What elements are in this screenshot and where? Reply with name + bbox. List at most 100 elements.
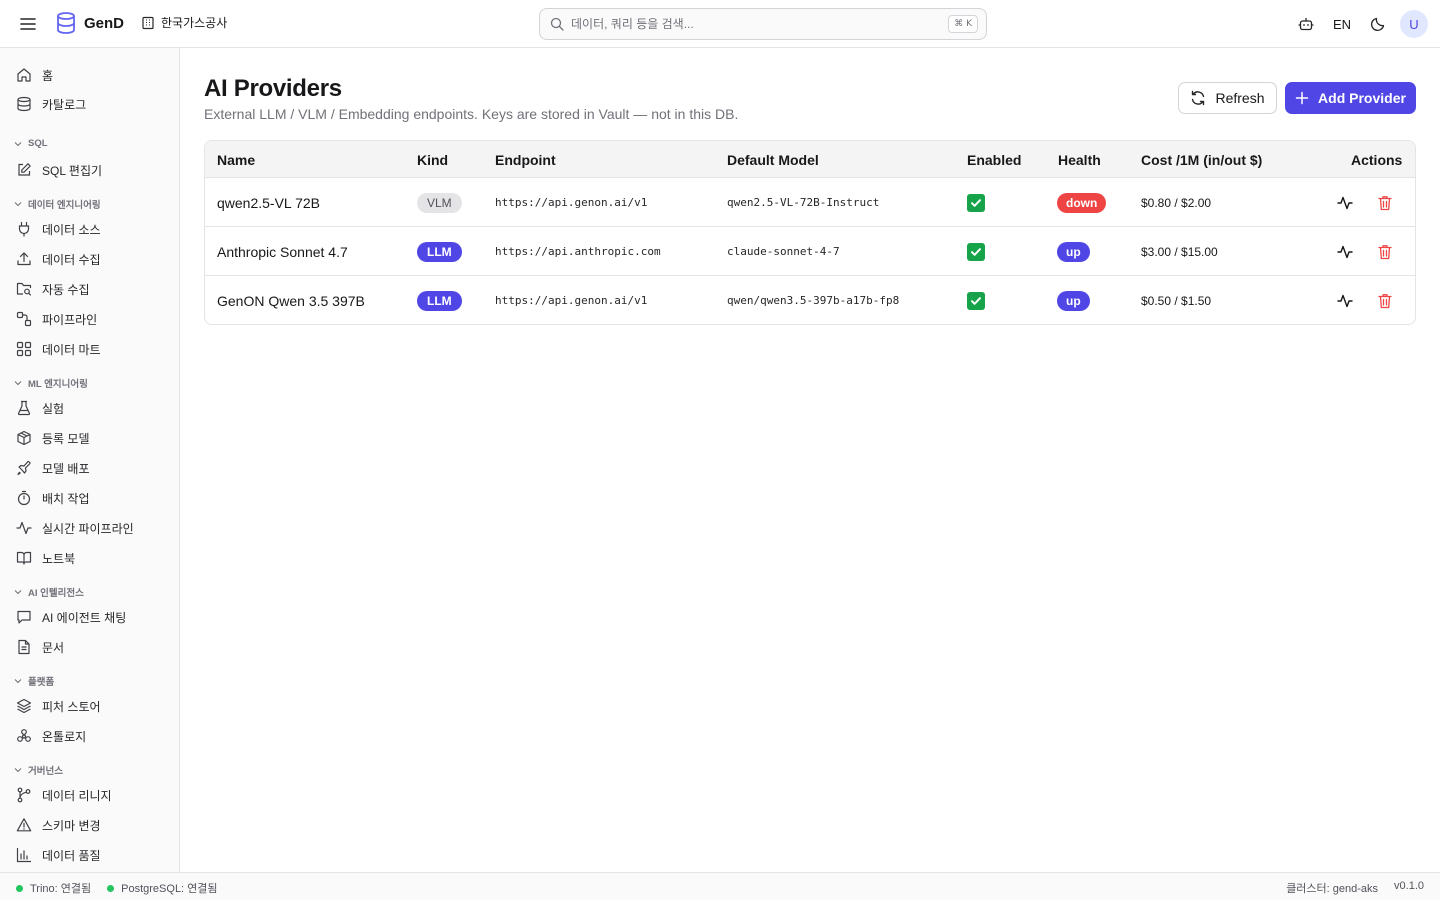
delete-icon[interactable]	[1375, 193, 1395, 213]
sidebar-item-label: 홈	[42, 68, 54, 83]
section-platform[interactable]: 플랫폼	[14, 674, 54, 688]
page-subtitle: External LLM / VLM / Embedding endpoints…	[204, 106, 739, 122]
health-check-icon[interactable]	[1335, 193, 1355, 213]
default-model: claude-sonnet-4-7	[727, 245, 840, 258]
sidebar-item-catalog[interactable]: 카탈로그	[8, 91, 172, 117]
app-version: v0.1.0	[1394, 880, 1424, 892]
sidebar-item-label: SQL 편집기	[42, 163, 103, 178]
activity-icon	[16, 521, 32, 535]
sidebar-item-label: 스키마 변경	[42, 818, 101, 833]
sidebar-item-data-mart[interactable]: 데이터 마트	[8, 336, 172, 362]
sidebar-item-sql-editor[interactable]: SQL 편집기	[8, 157, 172, 183]
sidebar-item-data-source[interactable]: 데이터 소스	[8, 216, 172, 242]
org-selector[interactable]: 한국가스공사	[141, 14, 227, 31]
edit-icon	[18, 163, 31, 176]
add-provider-button[interactable]: Add Provider	[1285, 82, 1416, 114]
rocket-icon	[17, 460, 31, 476]
delete-icon[interactable]	[1375, 242, 1395, 262]
sidebar-item-batch-jobs[interactable]: 배치 작업	[8, 485, 172, 511]
section-sql[interactable]: SQL	[14, 138, 48, 149]
language-toggle[interactable]: EN	[1324, 10, 1360, 38]
refresh-label: Refresh	[1215, 90, 1265, 106]
sidebar-item-label: 데이터 소스	[42, 222, 101, 237]
sidebar-item-data-lineage[interactable]: 데이터 리니지	[8, 782, 172, 808]
cost: $0.50 / $1.50	[1141, 293, 1212, 308]
section-data-engineering[interactable]: 데이터 엔지니어링	[14, 197, 101, 211]
sidebar-item-notebook[interactable]: 노트북	[8, 545, 172, 571]
section-ml-engineering[interactable]: ML 엔지니어링	[14, 376, 88, 390]
column-header-actions: Actions	[1351, 152, 1403, 168]
sidebar-item-model-deploy[interactable]: 모델 배포	[8, 455, 172, 481]
sidebar-item-auto-ingest[interactable]: 자동 수집	[8, 276, 172, 302]
health-badge: down	[1057, 192, 1107, 213]
search-input[interactable]	[571, 17, 931, 31]
sidebar-item-ai-agent-chat[interactable]: AI 에이전트 채팅	[8, 604, 172, 630]
chevron-down-icon	[14, 679, 22, 684]
folder-search-icon	[16, 282, 32, 296]
sidebar-item-registered-models[interactable]: 등록 모델	[8, 425, 172, 451]
sidebar-item-label: 배치 작업	[42, 491, 90, 506]
bar-chart-icon	[16, 847, 32, 863]
refresh-button[interactable]: Refresh	[1178, 82, 1277, 114]
endpoint: https://api.anthropic.com	[495, 245, 661, 258]
sidebar-item-pipeline[interactable]: 파이프라인	[8, 306, 172, 332]
chevron-down-icon	[14, 381, 22, 386]
sidebar-item-experiments[interactable]: 실험	[8, 395, 172, 421]
section-title: 플랫폼	[28, 677, 55, 688]
sidebar-item-data-quality[interactable]: 데이터 품질	[8, 842, 172, 868]
bot-button[interactable]	[1288, 10, 1324, 38]
providers-table: Name Kind Endpoint Default Model Enabled…	[204, 140, 1416, 325]
column-header-health: Health	[1058, 152, 1101, 168]
kind-badge: VLM	[417, 192, 462, 213]
menu-icon[interactable]	[18, 14, 38, 34]
sidebar-item-label: 데이터 수집	[42, 252, 101, 267]
enabled-check-icon[interactable]	[967, 291, 985, 310]
theme-toggle[interactable]	[1360, 10, 1396, 38]
sidebar-item-label: 데이터 리니지	[42, 788, 112, 803]
app-logo[interactable]: GenD	[56, 12, 124, 34]
section-ai-intelligence[interactable]: AI 인텔리전스	[14, 585, 84, 599]
sidebar-item-ontology[interactable]: 온톨로지	[8, 723, 172, 749]
sidebar-item-label: 자동 수집	[42, 282, 90, 297]
delete-icon[interactable]	[1375, 291, 1395, 311]
timer-icon	[17, 490, 31, 506]
table-row[interactable]: Anthropic Sonnet 4.7 LLM https://api.ant…	[205, 227, 1415, 276]
postgres-status-label: PostgreSQL: 연결됨	[121, 883, 218, 895]
health-badge: up	[1057, 290, 1090, 311]
global-search[interactable]: ⌘ K	[539, 8, 987, 40]
chevron-down-icon	[14, 202, 22, 207]
column-header-name: Name	[217, 152, 256, 168]
cost: $0.80 / $2.00	[1141, 195, 1212, 210]
health-check-icon[interactable]	[1335, 291, 1355, 311]
sidebar-item-label: 노트북	[42, 551, 76, 566]
sidebar-item-home[interactable]: 홈	[8, 62, 172, 88]
sidebar-item-data-ingest[interactable]: 데이터 수집	[8, 246, 172, 272]
section-title: SQL	[28, 138, 48, 149]
table-row[interactable]: GenON Qwen 3.5 397B LLM https://api.geno…	[205, 276, 1415, 324]
main-content: AI Providers External LLM / VLM / Embedd…	[180, 48, 1440, 872]
section-title: AI 인텔리전스	[28, 588, 84, 599]
avatar[interactable]: U	[1400, 10, 1428, 38]
enabled-check-icon[interactable]	[967, 193, 985, 212]
health-check-icon[interactable]	[1335, 242, 1355, 262]
org-name: 한국가스공사	[161, 16, 228, 30]
sidebar-item-realtime-pipeline[interactable]: 실시간 파이프라인	[8, 515, 172, 541]
sidebar-item-label: 실시간 파이프라인	[42, 521, 134, 536]
box-icon	[17, 430, 31, 446]
section-governance[interactable]: 거버넌스	[14, 763, 63, 777]
sidebar-item-label: 모델 배포	[42, 461, 90, 476]
building-icon	[142, 16, 154, 29]
sidebar-item-feature-store[interactable]: 피처 스토어	[8, 693, 172, 719]
sidebar-item-label: 데이터 마트	[42, 342, 101, 357]
sidebar-item-documents[interactable]: 문서	[8, 634, 172, 660]
section-title: 데이터 엔지니어링	[28, 200, 101, 211]
provider-name: Anthropic Sonnet 4.7	[217, 243, 348, 260]
table-row[interactable]: qwen2.5-VL 72B VLM https://api.genon.ai/…	[205, 178, 1415, 227]
sidebar-item-label: 피처 스토어	[42, 699, 101, 714]
sidebar: 홈 카탈로그 SQL SQL 편집기 데이터 엔지니어링 데이터 소스 데이터 …	[0, 48, 180, 872]
chevron-down-icon	[14, 141, 22, 146]
sidebar-item-schema-change[interactable]: 스키마 변경	[8, 812, 172, 838]
status-dot	[107, 884, 115, 892]
enabled-check-icon[interactable]	[967, 242, 985, 261]
column-header-default-model: Default Model	[727, 152, 819, 168]
